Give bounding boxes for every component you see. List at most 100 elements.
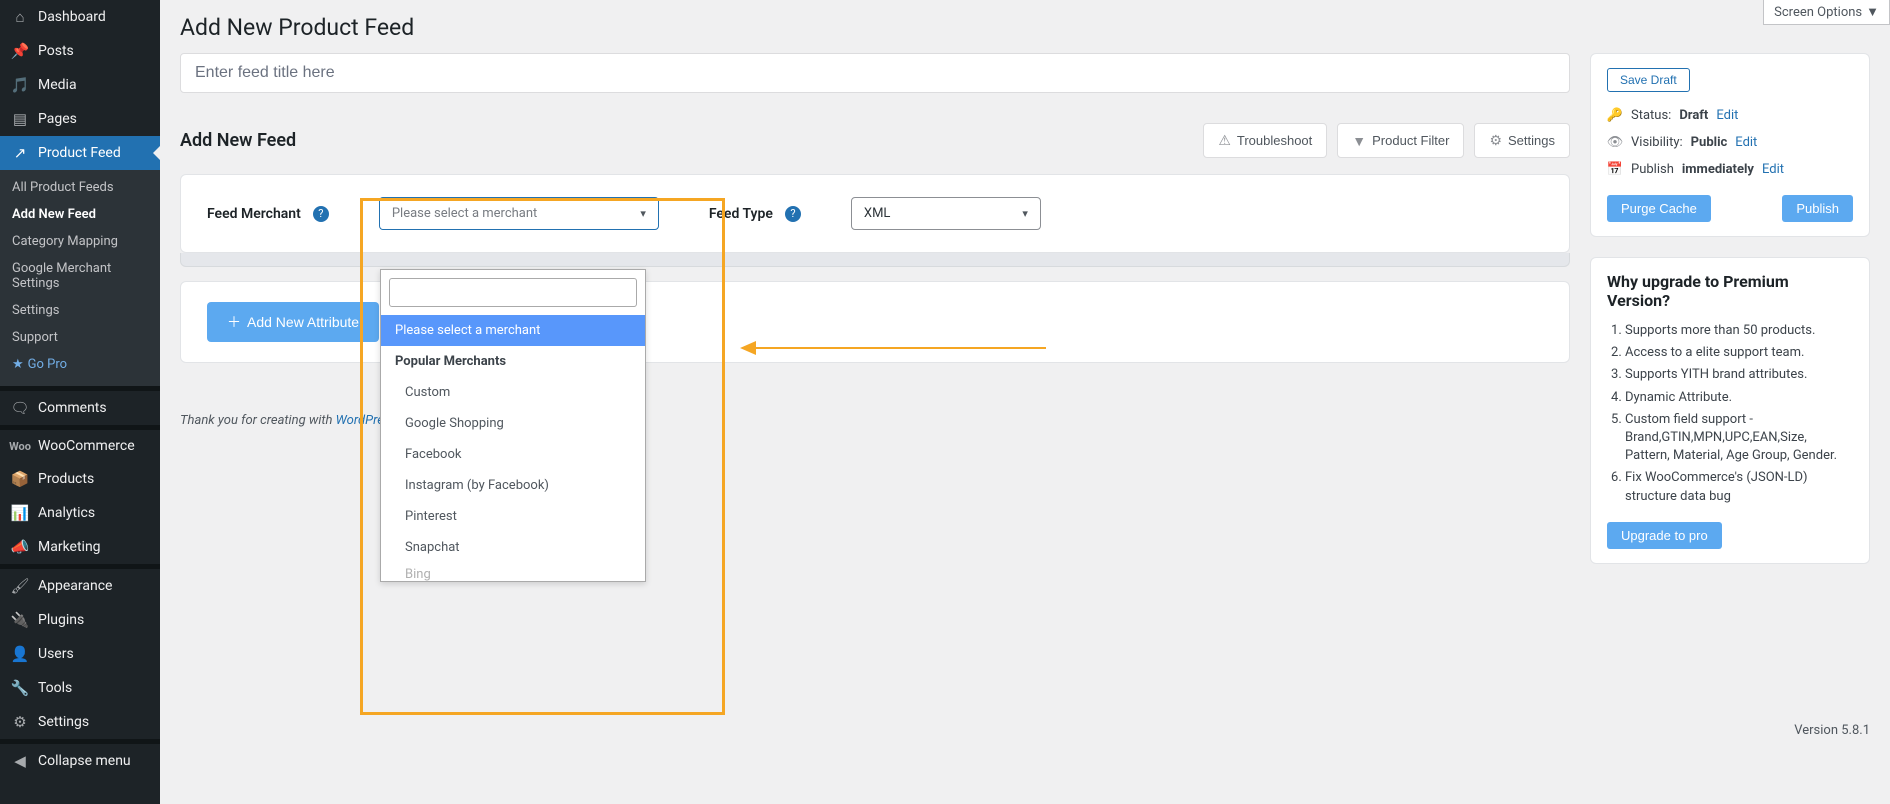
publish-box: Save Draft 🔑 Status: Draft Edit 👁 Visibi… — [1590, 53, 1870, 237]
dropdown-option-placeholder[interactable]: Please select a merchant — [381, 315, 645, 346]
settings-button[interactable]: ⚙ Settings — [1474, 123, 1570, 158]
feed-title-input[interactable] — [180, 53, 1570, 93]
merchant-dropdown: Please select a merchant Popular Merchan… — [380, 269, 646, 582]
edit-publish-date-link[interactable]: Edit — [1762, 162, 1784, 177]
menu-collapse[interactable]: ◀ Collapse menu — [0, 744, 160, 778]
publish-button[interactable]: Publish — [1782, 195, 1853, 222]
help-icon[interactable]: ? — [313, 206, 329, 222]
plus-icon: ＋ — [227, 312, 241, 332]
filter-icon: ▼ — [1352, 133, 1366, 149]
dropdown-option[interactable]: Pinterest — [381, 501, 645, 532]
menu-label: WooCommerce — [38, 438, 135, 454]
purge-cache-button[interactable]: Purge Cache — [1607, 195, 1711, 222]
menu-label: Comments — [38, 400, 107, 416]
menu-tools[interactable]: 🔧 Tools — [0, 671, 160, 705]
eye-icon: 👁 — [1607, 135, 1623, 150]
upgrade-heading: Why upgrade to Premium Version? — [1607, 272, 1853, 310]
warning-icon: ⚠ — [1218, 132, 1231, 149]
screen-options-label: Screen Options — [1774, 5, 1862, 20]
plugins-icon: 🔌 — [10, 611, 30, 629]
submenu-product-feed: All Product Feeds Add New Feed Category … — [0, 170, 160, 386]
chevron-down-icon: ▼ — [1866, 4, 1879, 20]
dropdown-group-heading: Popular Merchants — [381, 346, 645, 377]
menu-label: Analytics — [38, 505, 95, 521]
menu-label: Collapse menu — [38, 753, 131, 769]
select-value: Please select a merchant — [392, 206, 537, 221]
dropdown-option[interactable]: Custom — [381, 377, 645, 408]
chevron-down-icon: ▾ — [640, 207, 646, 220]
upgrade-item: Supports more than 50 products. — [1625, 322, 1853, 340]
publish-date-row: 📅 Publish immediately Edit — [1607, 156, 1853, 183]
dashboard-icon: ⌂ — [10, 8, 30, 26]
edit-status-link[interactable]: Edit — [1716, 108, 1738, 123]
menu-label: Marketing — [38, 539, 101, 555]
feed-type-select[interactable]: XML ▾ — [851, 197, 1041, 230]
dropdown-search-input[interactable] — [389, 278, 637, 307]
products-icon: 📦 — [10, 470, 30, 488]
menu-settings[interactable]: ⚙ Settings — [0, 705, 160, 739]
add-attribute-button[interactable]: ＋ Add New Attribute — [207, 302, 379, 342]
submenu-google-merchant[interactable]: Google Merchant Settings — [0, 255, 160, 297]
submenu-category-mapping[interactable]: Category Mapping — [0, 228, 160, 255]
dropdown-option[interactable]: Snapchat — [381, 532, 645, 563]
dropdown-option-partial[interactable]: Bing — [381, 563, 645, 581]
submenu-add-new-feed[interactable]: Add New Feed — [0, 201, 160, 228]
submenu-all-feeds[interactable]: All Product Feeds — [0, 174, 160, 201]
menu-pages[interactable]: ▤ Pages — [0, 102, 160, 136]
dropdown-option[interactable]: Google Shopping — [381, 408, 645, 439]
upgrade-to-pro-button[interactable]: Upgrade to pro — [1607, 522, 1722, 549]
edit-visibility-link[interactable]: Edit — [1735, 135, 1757, 150]
version-label: Version 5.8.1 — [1794, 723, 1870, 738]
menu-label: Media — [38, 77, 77, 93]
feed-type-label: Feed Type — [709, 206, 773, 222]
save-draft-button[interactable]: Save Draft — [1607, 68, 1690, 92]
media-icon: 🎵 — [10, 76, 30, 94]
menu-appearance[interactable]: 🖌 Appearance — [0, 569, 160, 603]
feed-config-panel: Feed Merchant ? Please select a merchant… — [180, 174, 1570, 253]
dropdown-list[interactable]: Please select a merchant Popular Merchan… — [381, 315, 645, 581]
pages-icon: ▤ — [10, 110, 30, 128]
woocommerce-icon: Woo — [10, 440, 30, 453]
submenu-support[interactable]: Support — [0, 324, 160, 351]
menu-label: Tools — [38, 680, 72, 696]
submenu-go-pro[interactable]: Go Pro — [0, 351, 160, 378]
help-icon[interactable]: ? — [785, 206, 801, 222]
troubleshoot-button[interactable]: ⚠ Troubleshoot — [1203, 123, 1327, 158]
section-heading: Add New Feed — [180, 130, 296, 151]
menu-marketing[interactable]: 📣 Marketing — [0, 530, 160, 564]
key-icon: 🔑 — [1607, 108, 1623, 123]
screen-options-tab[interactable]: Screen Options ▼ — [1763, 0, 1890, 25]
menu-label: Settings — [38, 714, 89, 730]
menu-woocommerce[interactable]: Woo WooCommerce — [0, 430, 160, 462]
menu-analytics[interactable]: 📊 Analytics — [0, 496, 160, 530]
menu-dashboard[interactable]: ⌂ Dashboard — [0, 0, 160, 34]
users-icon: 👤 — [10, 645, 30, 663]
menu-media[interactable]: 🎵 Media — [0, 68, 160, 102]
submenu-settings[interactable]: Settings — [0, 297, 160, 324]
gear-icon: ⚙ — [1489, 132, 1502, 149]
menu-products[interactable]: 📦 Products — [0, 462, 160, 496]
upgrade-list: Supports more than 50 products. Access t… — [1607, 322, 1853, 506]
menu-posts[interactable]: 📌 Posts — [0, 34, 160, 68]
chevron-down-icon: ▾ — [1022, 207, 1028, 220]
menu-plugins[interactable]: 🔌 Plugins — [0, 603, 160, 637]
menu-product-feed[interactable]: ↗ Product Feed — [0, 136, 160, 170]
dropdown-option[interactable]: Instagram (by Facebook) — [381, 470, 645, 501]
menu-label: Users — [38, 646, 74, 662]
feed-icon: ↗ — [10, 144, 30, 162]
arrow-head-icon — [740, 341, 756, 355]
feed-merchant-select[interactable]: Please select a merchant ▾ — [379, 197, 659, 230]
menu-label: Dashboard — [38, 9, 106, 25]
product-filter-button[interactable]: ▼ Product Filter — [1337, 123, 1464, 158]
upgrade-item: Custom field support - Brand,GTIN,MPN,UP… — [1625, 411, 1853, 466]
appearance-icon: 🖌 — [10, 577, 30, 595]
menu-comments[interactable]: 🗨 Comments — [0, 391, 160, 425]
upgrade-item: Dynamic Attribute. — [1625, 389, 1853, 407]
menu-label: Products — [38, 471, 94, 487]
dropdown-option[interactable]: Facebook — [381, 439, 645, 470]
menu-users[interactable]: 👤 Users — [0, 637, 160, 671]
comment-icon: 🗨 — [10, 399, 30, 417]
upgrade-item: Access to a elite support team. — [1625, 344, 1853, 362]
button-label: Settings — [1508, 133, 1555, 148]
settings-icon: ⚙ — [10, 713, 30, 731]
